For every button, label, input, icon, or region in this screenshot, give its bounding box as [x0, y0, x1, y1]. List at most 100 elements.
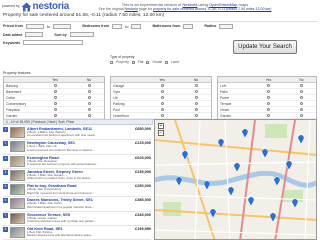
bathrooms-label: Bathrooms from — [152, 24, 181, 28]
feature-no-radio[interactable] — [87, 108, 91, 111]
update-search-button[interactable]: Update Your Search — [233, 40, 297, 54]
nestoria-original-link[interactable]: Nestoria — [125, 7, 138, 11]
results-pagination-bar[interactable]: 1 - 10 of 15,000 | Previous | Next | Sor… — [3, 119, 153, 125]
property-photo[interactable] — [10, 227, 25, 239]
feature-no-radio[interactable] — [87, 90, 91, 93]
feature-yes-radio[interactable] — [53, 84, 57, 87]
feature-no-radio[interactable] — [194, 90, 198, 93]
listing-description: Charming Victorian house with a private … — [27, 220, 97, 224]
powered-by-label: powered by — [2, 4, 20, 8]
property-photo[interactable] — [10, 184, 25, 196]
listing-description: An excellent two bedroom apartment with … — [27, 134, 97, 138]
listing-description: Well located apartment in a popular mans… — [27, 205, 95, 209]
feature-no-radio[interactable] — [300, 90, 303, 93]
property-photo[interactable] — [10, 212, 25, 224]
feature-yes-radio[interactable] — [267, 102, 270, 105]
feature-no-radio[interactable] — [194, 102, 198, 105]
beds-max-select[interactable] — [131, 23, 142, 29]
flat-type-checkbox[interactable] — [131, 60, 135, 64]
baths-select[interactable] — [183, 23, 194, 29]
listing-description: Modern development with allocated parkin… — [27, 234, 94, 238]
result-number: 8 — [3, 227, 8, 233]
keywords-input[interactable] — [23, 40, 84, 45]
property-photo[interactable] — [10, 198, 25, 210]
feature-yes-radio[interactable] — [160, 90, 164, 93]
feature-no-radio[interactable] — [87, 96, 91, 99]
result-number: 5 — [3, 184, 8, 190]
price-max-select[interactable] — [53, 23, 72, 29]
list-item[interactable]: 4 Jamaica Street, Stepney Green £235,000 2 … — [3, 169, 151, 184]
feature-no-radio[interactable] — [300, 114, 303, 117]
list-item[interactable]: 1 Albert Embankment, Lambeth, SE11 £650,00… — [3, 126, 151, 141]
list-item[interactable]: 7 Grosvenor Terrace, SE5 £345,000 3 Beds, H… — [3, 212, 151, 227]
listing-info: Old Kent Road, SE1 £199,950 1 Bed, Flat, P… — [27, 227, 151, 238]
property-type-checkbox[interactable] — [110, 60, 113, 64]
sort-select[interactable] — [69, 32, 94, 37]
keywords-label: Keywords — [3, 40, 21, 45]
feature-no-radio[interactable] — [87, 102, 91, 105]
feature-yes-radio[interactable] — [267, 96, 270, 99]
feature-yes-radio[interactable] — [53, 90, 57, 93]
nestoria-logo[interactable]: powered by nestoria — [2, 0, 69, 12]
feature-no-radio[interactable] — [300, 102, 303, 105]
property-photo[interactable] — [10, 169, 25, 181]
bedrooms-label: Bedrooms from — [82, 24, 110, 28]
feature-yes-radio[interactable] — [267, 84, 270, 87]
result-number: 7 — [3, 212, 8, 218]
brand-name: nestoria — [32, 1, 70, 12]
beds-min-select[interactable] — [112, 23, 123, 29]
listing-info: Newington Causeway, SE1 £225,000 1 Bed, 1 … — [27, 141, 151, 152]
type-of-property-options: Property Flat House Land — [110, 60, 200, 64]
house-type-checkbox[interactable] — [146, 60, 150, 64]
feature-yes-radio[interactable] — [53, 96, 57, 99]
house-icon — [21, 2, 32, 12]
property-photo[interactable] — [10, 127, 25, 138]
feature-yes-radio[interactable] — [53, 102, 57, 105]
price-label: Priced from — [3, 24, 23, 28]
feature-yes-radio[interactable] — [267, 114, 270, 117]
list-item[interactable]: 2 Newington Causeway, SE1 £225,000 1 Bed, 1… — [3, 140, 151, 155]
feature-yes-radio[interactable] — [267, 90, 270, 93]
feature-no-radio[interactable] — [87, 114, 91, 117]
list-item[interactable]: 6 Dacres Mansions, Trinity Street, SE1 £38… — [3, 197, 151, 212]
property-photo[interactable] — [10, 155, 25, 167]
feature-no-radio[interactable] — [194, 114, 198, 117]
price-min-select[interactable] — [25, 23, 44, 29]
feature-no-radio[interactable] — [300, 108, 303, 111]
feature-yes-radio[interactable] — [267, 108, 270, 111]
listing-info: Jamaica Street, Stepney Green £235,000 2 B… — [27, 170, 151, 181]
feature-no-radio[interactable] — [300, 84, 303, 87]
feature-no-radio[interactable] — [194, 84, 198, 87]
radius-label: Radius — [204, 24, 217, 28]
feature-no-radio[interactable] — [194, 96, 198, 99]
list-item[interactable]: 5 Flat to buy, Grantham Road £250,000 2 Bed… — [3, 183, 151, 198]
feature-no-radio[interactable] — [194, 108, 198, 111]
feature-yes-radio[interactable] — [53, 108, 57, 111]
listing-info: Grosvenor Terrace, SE5 £345,000 3 Beds, Ho… — [27, 213, 151, 224]
zoom-in-button[interactable]: + — [158, 123, 164, 129]
feature-yes-radio[interactable] — [160, 102, 164, 105]
date-select[interactable] — [25, 32, 44, 37]
feature-no-radio[interactable] — [87, 84, 91, 87]
list-item[interactable]: 8 Old Kent Road, SE1 £199,950 1 Bed, Flat, … — [3, 226, 151, 240]
list-item[interactable]: 3 Kennington Road £625,000 2 Beds, Flat, Re… — [3, 155, 151, 169]
map-canvas[interactable] — [155, 120, 317, 240]
feature-no-radio[interactable] — [300, 96, 303, 99]
features-table-1: Yes No Balcony Basement Cellar Conservato… — [3, 76, 105, 120]
result-number: 3 — [3, 155, 8, 161]
radius-select[interactable] — [219, 23, 234, 29]
original-page-link[interactable]: property for sale centered around TC3E, … — [153, 7, 271, 11]
feature-yes-radio[interactable] — [160, 96, 164, 99]
listing-info: Kennington Road £625,000 2 Beds, Flat, Rec… — [27, 156, 151, 167]
feature-yes-radio[interactable] — [160, 108, 164, 111]
feature-yes-radio[interactable] — [53, 114, 57, 117]
feature-yes-radio[interactable] — [160, 84, 164, 87]
listing-price: £250,000 — [135, 184, 151, 189]
page-title: Property for sale centered around 51.55,… — [3, 13, 165, 18]
property-photo[interactable] — [10, 141, 25, 153]
zoom-out-button[interactable]: − — [158, 130, 164, 136]
map-panel[interactable]: + − — [154, 119, 317, 240]
land-type-checkbox[interactable] — [165, 60, 169, 64]
beds-to-label: to — [125, 23, 129, 29]
feature-yes-radio[interactable] — [160, 114, 164, 117]
